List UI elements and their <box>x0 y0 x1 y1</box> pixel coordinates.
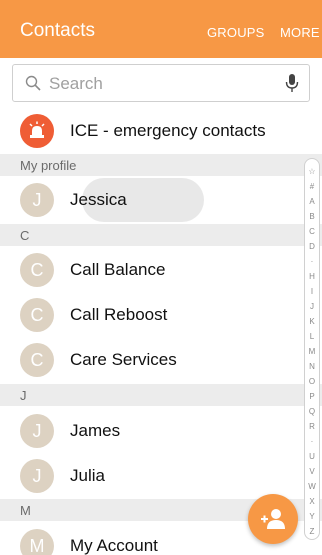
add-contact-button[interactable] <box>248 494 298 544</box>
section-header-j: J <box>0 384 322 406</box>
more-button[interactable]: MORE <box>280 25 320 40</box>
siren-icon <box>20 114 54 148</box>
avatar: M <box>20 529 54 555</box>
index-letter[interactable]: C <box>305 227 319 237</box>
groups-button[interactable]: GROUPS <box>207 25 265 40</box>
index-letter[interactable]: M <box>305 347 319 357</box>
search-placeholder: Search <box>49 74 103 93</box>
index-letter[interactable]: N <box>305 362 319 372</box>
index-letter[interactable]: J <box>305 302 319 312</box>
avatar: J <box>20 459 54 493</box>
index-letter[interactable]: R <box>305 422 319 432</box>
index-letter[interactable]: L <box>305 332 319 342</box>
index-letter[interactable]: ☆ <box>305 167 319 177</box>
contact-name: Care Services <box>70 350 177 369</box>
index-letter[interactable]: W <box>305 482 319 492</box>
index-letter[interactable]: B <box>305 212 319 222</box>
contact-row-care-services[interactable]: C Care Services <box>0 337 322 382</box>
page-title: Contacts <box>20 20 95 41</box>
index-letter[interactable]: Z <box>305 527 319 537</box>
avatar: C <box>20 298 54 332</box>
contact-name: Jessica <box>70 190 127 209</box>
index-letter[interactable]: O <box>305 377 319 387</box>
avatar: C <box>20 253 54 287</box>
index-letter[interactable]: X <box>305 497 319 507</box>
avatar: C <box>20 343 54 377</box>
index-letter[interactable]: V <box>305 467 319 477</box>
contact-row-call-reboost[interactable]: C Call Reboost <box>0 292 322 337</box>
ice-label: ICE - emergency contacts <box>70 121 266 140</box>
search-input[interactable]: Search <box>12 64 310 102</box>
contact-row-james[interactable]: J James <box>0 408 322 453</box>
index-letter[interactable]: · <box>305 437 319 447</box>
app-bar: Contacts GROUPS MORE <box>0 0 322 58</box>
index-letter[interactable]: D <box>305 242 319 252</box>
contact-name: Julia <box>70 466 105 485</box>
index-letter[interactable]: P <box>305 392 319 402</box>
index-letter[interactable]: I <box>305 287 319 297</box>
contact-row-julia[interactable]: J Julia <box>0 453 322 498</box>
search-area: Search <box>0 58 322 108</box>
index-letter[interactable]: K <box>305 317 319 327</box>
avatar: J <box>20 414 54 448</box>
alphabet-index-scrollbar[interactable]: ☆ # A B C D · H I J K L M N O P Q R · U V W X Y Z <box>304 158 320 540</box>
index-letter[interactable]: U <box>305 452 319 462</box>
contact-name: My Account <box>70 536 158 555</box>
section-header-my-profile: My profile <box>0 154 322 176</box>
search-icon <box>25 75 41 91</box>
contact-name: Call Reboost <box>70 305 168 324</box>
contact-name: James <box>70 421 121 440</box>
index-letter[interactable]: Y <box>305 512 319 522</box>
contact-row-jessica[interactable]: J Jessica <box>0 177 322 222</box>
microphone-icon[interactable] <box>285 73 299 93</box>
index-letter[interactable]: # <box>305 182 319 192</box>
avatar: J <box>20 183 54 217</box>
contact-name: Call Balance <box>70 260 166 279</box>
index-letter[interactable]: H <box>305 272 319 282</box>
index-letter[interactable]: A <box>305 197 319 207</box>
index-letter[interactable]: Q <box>305 407 319 417</box>
index-letter[interactable]: · <box>305 257 319 267</box>
section-header-c: C <box>0 224 322 246</box>
contact-row-call-balance[interactable]: C Call Balance <box>0 247 322 292</box>
ice-emergency-contacts-item[interactable]: ICE - emergency contacts <box>0 108 322 154</box>
